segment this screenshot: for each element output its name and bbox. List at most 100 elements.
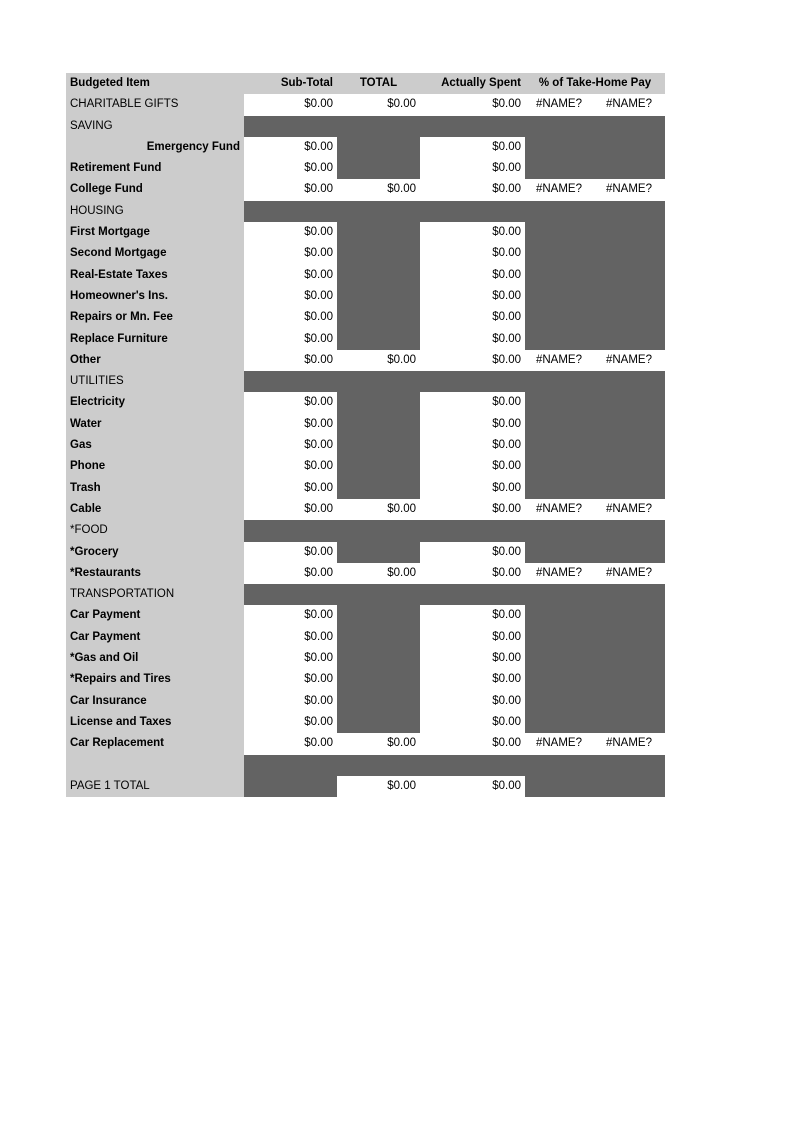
item-label[interactable]: Phone <box>66 456 244 478</box>
spent-cell[interactable]: $0.00 <box>420 690 525 712</box>
pct-take-home-cell-a[interactable]: #NAME? <box>525 94 593 116</box>
item-label[interactable]: Real-Estate Taxes <box>66 264 244 286</box>
item-label[interactable]: Car Payment <box>66 626 244 649</box>
item-label[interactable]: Other <box>66 349 244 372</box>
sub-total-cell[interactable]: $0.00 <box>244 243 337 265</box>
pct-take-home-cell-a[interactable]: #NAME? <box>525 179 593 201</box>
spent-cell[interactable]: $0.00 <box>420 669 525 691</box>
spent-cell[interactable]: $0.00 <box>420 136 525 159</box>
category-label[interactable]: SAVING <box>66 115 244 137</box>
item-label[interactable]: Car Insurance <box>66 690 244 712</box>
total-cell[interactable]: $0.00 <box>337 179 420 201</box>
spent-cell[interactable]: $0.00 <box>420 264 525 286</box>
spent-cell[interactable]: $0.00 <box>420 307 525 329</box>
sub-total-cell[interactable]: $0.00 <box>244 498 337 521</box>
spent-cell[interactable]: $0.00 <box>420 562 525 585</box>
spent-cell[interactable]: $0.00 <box>420 392 525 414</box>
spent-cell[interactable]: $0.00 <box>420 222 525 244</box>
sub-total-cell[interactable]: $0.00 <box>244 179 337 201</box>
item-label[interactable]: Cable <box>66 498 244 521</box>
item-label[interactable]: Second Mortgage <box>66 243 244 265</box>
spent-cell[interactable]: $0.00 <box>420 349 525 372</box>
pct-take-home-cell-a[interactable]: #NAME? <box>525 562 593 585</box>
spent-cell[interactable]: $0.00 <box>420 456 525 478</box>
sub-total-cell[interactable]: $0.00 <box>244 349 337 372</box>
item-label[interactable]: Retirement Fund <box>66 158 244 180</box>
sub-total-cell[interactable]: $0.00 <box>244 264 337 286</box>
spent-cell[interactable]: $0.00 <box>420 158 525 180</box>
total-cell[interactable]: $0.00 <box>337 94 420 116</box>
sub-total-cell[interactable]: $0.00 <box>244 669 337 691</box>
pct-take-home-cell-a[interactable]: #NAME? <box>525 498 593 521</box>
category-label[interactable]: UTILITIES <box>66 371 244 393</box>
sub-total-cell[interactable]: $0.00 <box>244 285 337 308</box>
category-label[interactable]: *FOOD <box>66 520 244 542</box>
item-label[interactable]: *Repairs and Tires <box>66 669 244 691</box>
sub-total-cell[interactable]: $0.00 <box>244 605 337 627</box>
item-label[interactable]: Electricity <box>66 392 244 414</box>
sub-total-cell[interactable]: $0.00 <box>244 477 337 499</box>
spent-cell[interactable]: $0.00 <box>420 733 525 755</box>
sub-total-cell[interactable]: $0.00 <box>244 328 337 350</box>
spent-cell[interactable]: $0.00 <box>420 285 525 308</box>
spent-cell[interactable]: $0.00 <box>420 605 525 627</box>
spent-cell[interactable]: $0.00 <box>420 435 525 457</box>
item-label[interactable]: Car Payment <box>66 605 244 627</box>
sub-total-cell[interactable]: $0.00 <box>244 413 337 436</box>
sub-total-cell[interactable]: $0.00 <box>244 690 337 712</box>
total-cell[interactable]: $0.00 <box>337 775 420 798</box>
sub-total-cell[interactable]: $0.00 <box>244 456 337 478</box>
sub-total-cell[interactable]: $0.00 <box>244 541 337 563</box>
item-label[interactable]: Replace Furniture <box>66 328 244 350</box>
spent-cell[interactable]: $0.00 <box>420 541 525 563</box>
sub-total-cell[interactable]: $0.00 <box>244 562 337 585</box>
sub-total-cell[interactable]: $0.00 <box>244 158 337 180</box>
category-label[interactable]: HOUSING <box>66 200 244 223</box>
spent-cell[interactable]: $0.00 <box>420 243 525 265</box>
item-label[interactable]: *Grocery <box>66 541 244 563</box>
total-cell[interactable]: $0.00 <box>337 733 420 755</box>
pct-take-home-cell-a[interactable]: #NAME? <box>525 349 593 372</box>
category-label[interactable]: CHARITABLE GIFTS <box>66 94 244 116</box>
sub-total-cell[interactable]: $0.00 <box>244 222 337 244</box>
pct-take-home-cell-b[interactable]: #NAME? <box>593 498 666 521</box>
item-label[interactable]: First Mortgage <box>66 222 244 244</box>
spent-cell[interactable]: $0.00 <box>420 477 525 499</box>
spent-cell[interactable]: $0.00 <box>420 775 525 798</box>
sub-total-cell[interactable]: $0.00 <box>244 136 337 159</box>
total-cell[interactable]: $0.00 <box>337 562 420 585</box>
spent-cell[interactable]: $0.00 <box>420 498 525 521</box>
item-label[interactable]: Gas <box>66 435 244 457</box>
page-total-label[interactable]: PAGE 1 TOTAL <box>66 775 244 798</box>
spent-cell[interactable]: $0.00 <box>420 94 525 116</box>
spent-cell[interactable]: $0.00 <box>420 328 525 350</box>
pct-take-home-cell-b[interactable]: #NAME? <box>593 562 666 585</box>
item-label[interactable]: Trash <box>66 477 244 499</box>
pct-take-home-cell-b[interactable]: #NAME? <box>593 349 666 372</box>
spent-cell[interactable]: $0.00 <box>420 179 525 201</box>
spent-cell[interactable]: $0.00 <box>420 711 525 734</box>
pct-take-home-cell-b[interactable]: #NAME? <box>593 94 666 116</box>
category-label[interactable]: TRANSPORTATION <box>66 584 244 606</box>
total-cell[interactable]: $0.00 <box>337 498 420 521</box>
sub-total-cell[interactable]: $0.00 <box>244 307 337 329</box>
item-label[interactable]: License and Taxes <box>66 711 244 734</box>
item-label[interactable]: Car Replacement <box>66 733 244 755</box>
sub-total-cell[interactable]: $0.00 <box>244 733 337 755</box>
sub-total-cell[interactable]: $0.00 <box>244 94 337 116</box>
pct-take-home-cell-b[interactable]: #NAME? <box>593 733 666 755</box>
spent-cell[interactable]: $0.00 <box>420 648 525 670</box>
item-label[interactable]: Repairs or Mn. Fee <box>66 307 244 329</box>
sub-total-cell[interactable]: $0.00 <box>244 711 337 734</box>
pct-take-home-cell-b[interactable]: #NAME? <box>593 179 666 201</box>
item-label[interactable]: *Gas and Oil <box>66 648 244 670</box>
item-label[interactable]: College Fund <box>66 179 244 201</box>
item-label[interactable]: Water <box>66 413 244 436</box>
item-label[interactable]: Homeowner's Ins. <box>66 285 244 308</box>
sub-total-cell[interactable]: $0.00 <box>244 435 337 457</box>
item-label[interactable]: *Restaurants <box>66 562 244 585</box>
total-cell[interactable]: $0.00 <box>337 349 420 372</box>
sub-total-cell[interactable]: $0.00 <box>244 392 337 414</box>
item-label[interactable]: Emergency Fund <box>66 136 244 159</box>
spent-cell[interactable]: $0.00 <box>420 626 525 649</box>
